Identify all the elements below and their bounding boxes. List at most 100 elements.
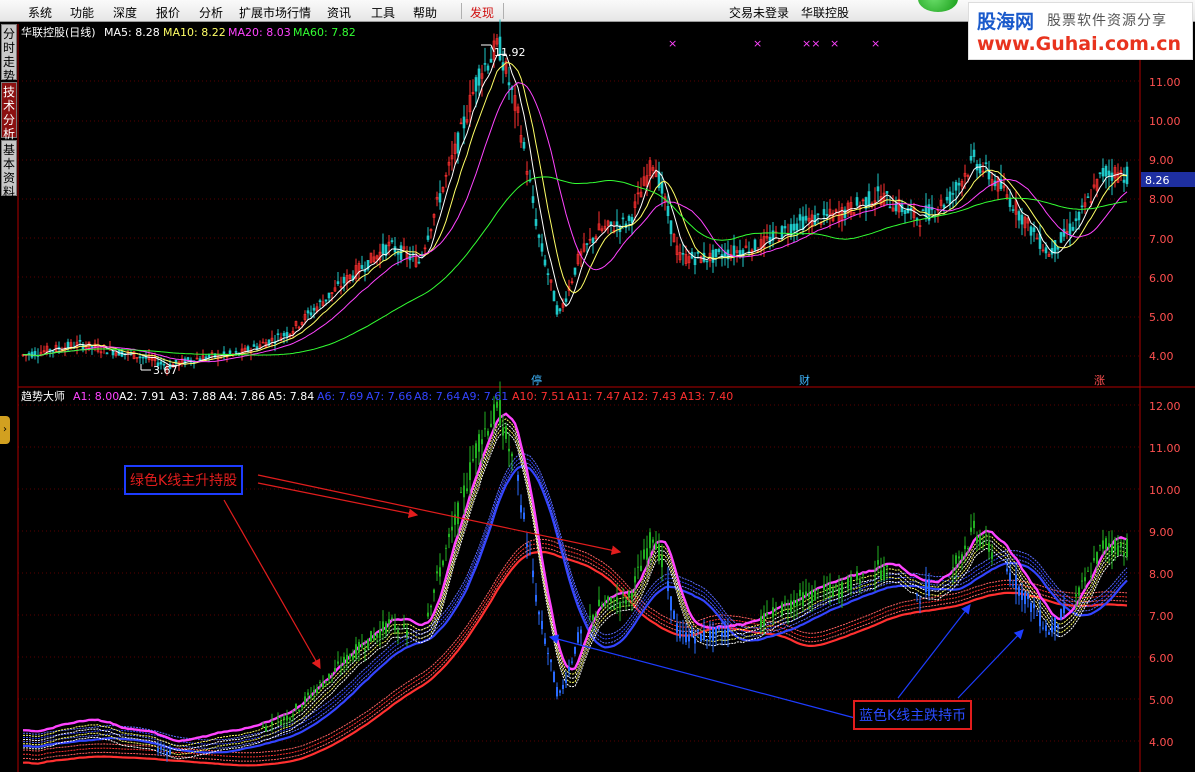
trend-candle-body	[646, 548, 648, 560]
trend-candle-body	[796, 599, 798, 607]
arrow-blue	[957, 629, 1024, 699]
trend-candle-body	[328, 673, 330, 679]
candle-body	[285, 332, 289, 338]
trend-candle-body	[652, 539, 654, 543]
candle-body	[336, 281, 340, 285]
y-tick-label: 7.00	[1149, 610, 1174, 623]
trend-candle-body	[490, 423, 492, 428]
trend-candle-body	[313, 689, 315, 693]
trend-candle-body	[460, 491, 462, 493]
current-price-label: 8.26	[1145, 174, 1170, 187]
trend-candle-body	[331, 673, 333, 675]
event-marker-halt[interactable]: 停	[531, 373, 542, 387]
candle-body	[714, 248, 718, 257]
candle-body	[621, 217, 625, 220]
trend-candle-body	[616, 597, 618, 602]
trend-candle-body	[298, 710, 300, 712]
ma20-value: MA20: 8.03	[228, 26, 291, 39]
trend-candle-body	[589, 616, 591, 618]
arrow-blue	[897, 604, 971, 699]
arrow-red	[223, 499, 321, 670]
trend-candle-body	[970, 527, 972, 532]
trend-a12-value: A12: 7.43	[623, 390, 676, 403]
candle-body	[717, 249, 721, 253]
trend-candle-body	[667, 581, 669, 592]
candle-body	[825, 214, 829, 216]
trend-candle-body	[961, 554, 963, 560]
trend-candle-body	[1123, 552, 1125, 556]
candle-body	[564, 298, 568, 302]
candle-body	[360, 265, 364, 269]
candle-body	[381, 243, 385, 254]
trend-candle-body	[346, 654, 348, 664]
trend-candle-body	[1120, 542, 1122, 547]
trend-candle-body	[1009, 572, 1011, 582]
trend-candle-body	[817, 588, 819, 591]
candle-body	[324, 299, 328, 302]
trend-candle-body	[1105, 538, 1107, 549]
trend-candle-body	[457, 502, 459, 525]
candle-body	[942, 204, 946, 208]
main-candlesticks	[21, 19, 1129, 376]
event-marker-rise[interactable]: 涨	[1094, 374, 1105, 387]
trend-candle-body	[982, 543, 984, 545]
candle-body	[1107, 170, 1111, 176]
trend-candle-body	[163, 749, 165, 751]
trend-candle-body	[595, 613, 597, 616]
trend-candle-body	[790, 600, 792, 612]
y-tick-label: 11.00	[1149, 76, 1181, 89]
trend-candle-body	[388, 619, 390, 624]
trend-candle-body	[673, 610, 675, 620]
candle-body	[1101, 168, 1105, 177]
trend-candle-body	[370, 630, 372, 642]
trend-candle-body	[832, 588, 834, 597]
trend-candle-body	[1051, 625, 1053, 633]
candle-body	[798, 214, 802, 221]
trend-candle-body	[883, 566, 885, 580]
candle-body	[822, 209, 826, 216]
watermark-banner: 股海网 股票软件资源分享 www.Guhai.com.cn	[968, 2, 1193, 60]
trend-candle-body	[343, 656, 345, 664]
candle-body	[780, 226, 784, 239]
trend-candle-body	[493, 404, 495, 425]
arrow-red	[257, 482, 419, 519]
candle-body	[627, 215, 631, 221]
arrow-blue	[548, 634, 856, 719]
candle-body	[951, 193, 955, 195]
ma-line	[22, 82, 1128, 363]
trend-candle-body	[577, 632, 579, 643]
candle-body	[111, 350, 115, 356]
event-marker-finance[interactable]: 财	[799, 373, 810, 387]
candle-body	[660, 181, 664, 194]
chart-area[interactable]: 11.00 10.00 9.00 8.00 7.00 6.00 5.00 4.0…	[0, 0, 1195, 772]
y-tick-label: 9.00	[1149, 154, 1174, 167]
candle-body	[234, 351, 238, 353]
trend-candle-body	[529, 552, 531, 554]
trend-candle-body	[382, 621, 384, 632]
candle-body	[1008, 198, 1012, 207]
candle-body	[792, 223, 796, 231]
trend-candle-body	[619, 601, 621, 609]
candle-body	[1086, 196, 1090, 199]
trend-candle-body	[925, 580, 927, 593]
trend-candle-body	[715, 626, 717, 635]
trend-candle-body	[304, 696, 306, 703]
trend-candle-body	[682, 631, 684, 633]
trend-candle-body	[1033, 604, 1035, 609]
trend-candle-body	[1078, 587, 1080, 596]
trend-a4-value: A4: 7.86	[219, 390, 265, 403]
trend-candle-body	[697, 629, 699, 632]
trend-price-axis: 12.00 11.00 10.00 9.00 8.00 7.00 6.00 5.…	[1149, 400, 1181, 749]
candle-body	[876, 186, 880, 192]
candle-body	[804, 215, 808, 221]
candle-body	[537, 234, 541, 238]
trend-candle-body	[538, 611, 540, 615]
trend-candle-body	[541, 620, 543, 630]
trend-candle-body	[478, 434, 480, 452]
main-price-marks: 11.92 3.67 × × ×× × × 停 财 涨	[140, 37, 1105, 387]
trend-candle-body	[1084, 577, 1086, 582]
trend-candle-body	[1081, 580, 1083, 582]
trend-candle-body	[880, 570, 882, 580]
trend-candle-body	[637, 566, 639, 568]
candle-body	[783, 226, 787, 229]
